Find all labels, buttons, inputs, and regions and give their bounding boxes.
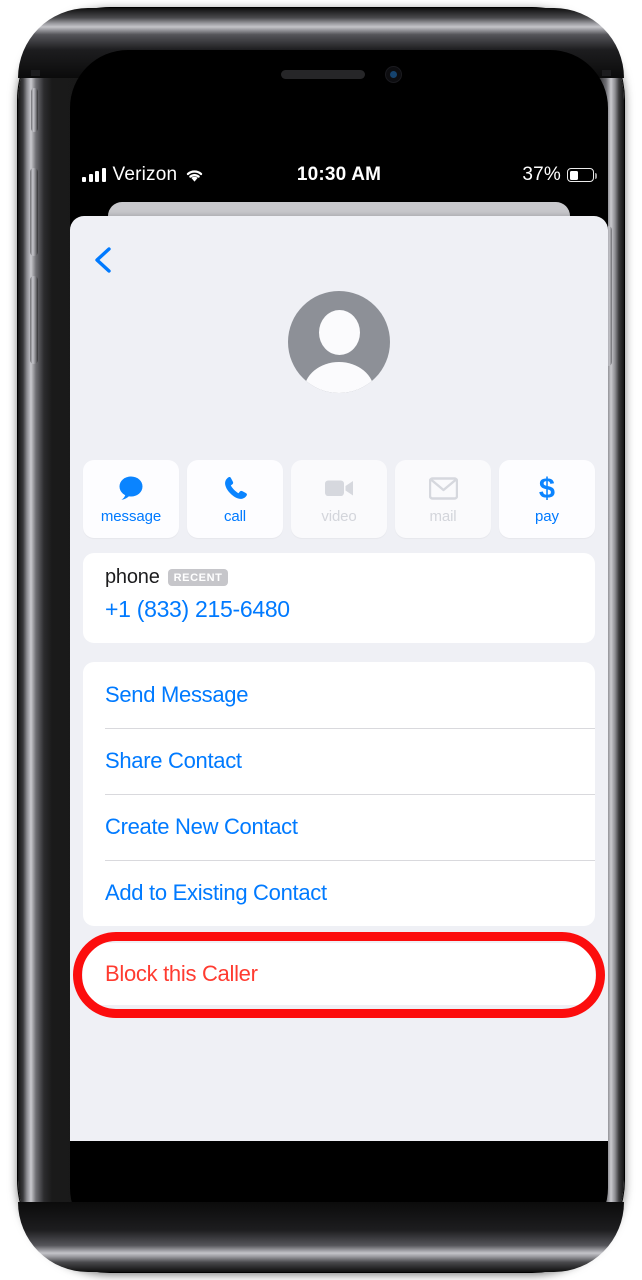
block-caller-card: Block this Caller [83, 943, 595, 1005]
battery-percent-label: 37% [522, 164, 561, 185]
list-item-label: Share Contact [105, 748, 242, 773]
message-bubble-icon [117, 473, 146, 503]
status-bar-right-group: 37% [522, 164, 597, 186]
avatar [288, 291, 390, 393]
earpiece-speaker-grille [281, 70, 365, 79]
list-item-share-contact[interactable]: Share Contact [83, 728, 595, 794]
contact-action-list: Send Message Share Contact Create New Co… [83, 662, 595, 926]
svg-text:$: $ [539, 473, 555, 503]
block-this-caller-label: Block this Caller [105, 961, 258, 986]
avatar-shoulders-shape [304, 362, 374, 393]
battery-cap [594, 173, 597, 179]
quick-action-mail: mail [395, 460, 491, 538]
avatar-head-shape [318, 310, 360, 355]
phone-field-label: phone [105, 566, 160, 588]
quick-action-pay[interactable]: $ pay [499, 460, 595, 538]
quick-action-video: video [291, 460, 387, 538]
list-item-label: Send Message [105, 682, 249, 707]
video-camera-icon [324, 473, 355, 503]
quick-action-message[interactable]: message [83, 460, 179, 538]
phone-label-row: phone RECENT [105, 566, 573, 589]
quick-action-label: call [223, 508, 247, 525]
block-this-caller-button[interactable]: Block this Caller [83, 943, 595, 1005]
antenna-band-right-bottom [602, 1204, 611, 1210]
list-item-label: Create New Contact [105, 814, 298, 839]
chevron-left-icon [95, 247, 111, 273]
list-item-add-to-existing-contact[interactable]: Add to Existing Contact [83, 860, 595, 926]
volume-up-button[interactable] [30, 168, 38, 256]
phone-device-frame: Verizon 10:30 AM 37% message call video … [18, 8, 624, 1272]
quick-action-label: message [100, 508, 162, 525]
list-item-label: Add to Existing Contact [105, 880, 327, 905]
envelope-icon [428, 473, 458, 503]
status-bar: Verizon 10:30 AM 37% [70, 160, 608, 190]
recent-badge: RECENT [167, 569, 229, 586]
antenna-band-left-bottom [31, 1204, 40, 1210]
volume-down-button[interactable] [30, 276, 38, 364]
antenna-band-right-top [602, 70, 611, 76]
phone-handset-icon [222, 473, 249, 503]
back-button[interactable] [84, 240, 124, 280]
mute-switch-button[interactable] [31, 88, 38, 132]
list-item-create-new-contact[interactable]: Create New Contact [83, 794, 595, 860]
quick-action-label: video [321, 508, 357, 525]
phone-number-value[interactable]: +1 (833) 215-6480 [105, 596, 573, 623]
front-camera-lens [385, 66, 402, 83]
quick-action-call[interactable]: call [187, 460, 283, 538]
list-item-send-message[interactable]: Send Message [83, 662, 595, 728]
battery-level-fill [569, 170, 578, 180]
quick-action-label: mail [429, 508, 457, 525]
antenna-band-left-top [31, 70, 40, 76]
contact-detail-sheet: message call video mail $ pay phone RECE… [70, 216, 608, 1141]
quick-action-label: pay [535, 508, 559, 525]
battery-icon [567, 168, 597, 182]
phone-number-card: phone RECENT +1 (833) 215-6480 [83, 553, 595, 643]
dollar-sign-icon: $ [536, 473, 558, 503]
phone-screen: Verizon 10:30 AM 37% message call video … [70, 50, 608, 1246]
quick-action-button-row: message call video mail $ pay [83, 460, 595, 538]
